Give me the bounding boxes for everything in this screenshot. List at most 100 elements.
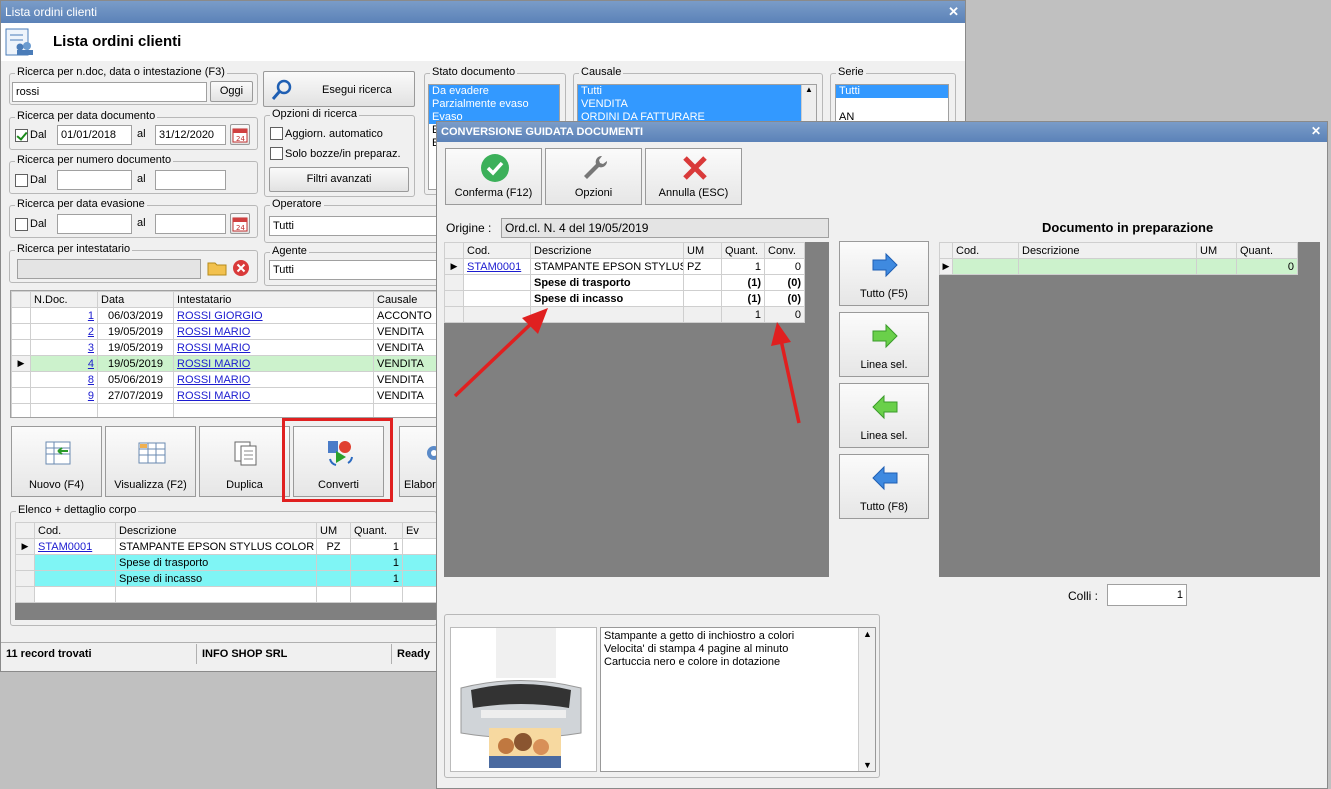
conv-cell[interactable]: (0) [764, 274, 805, 291]
annulla-button[interactable]: Annulla (ESC) [645, 148, 742, 205]
conv-cell[interactable]: 0 [764, 258, 805, 275]
opzioni-button[interactable]: Opzioni [545, 148, 642, 205]
esegui-ricerca-button[interactable]: Esegui ricerca [263, 71, 415, 107]
ndoc-link[interactable]: 4 [30, 355, 98, 372]
cod-link[interactable]: STAM0001 [463, 258, 531, 275]
intestatario-link[interactable]: ROSSI MARIO [173, 339, 374, 356]
table-row[interactable] [15, 586, 437, 603]
list-item[interactable]: Da evadere [429, 85, 559, 98]
table-row-selected[interactable]: ▶ 4 19/05/2019 ROSSI MARIO VENDITA [11, 355, 437, 372]
intestatario-link[interactable]: ROSSI MARIO [173, 371, 374, 388]
ndoc-link[interactable]: 9 [30, 387, 98, 404]
table-row[interactable]: ▶ STAM0001 STAMPANTE EPSON STYLUS COLOR … [15, 538, 437, 555]
table-row[interactable] [11, 403, 437, 417]
num-doc-checkbox[interactable] [15, 174, 28, 187]
table-row[interactable]: 2 19/05/2019 ROSSI MARIO VENDITA [11, 323, 437, 340]
ndoc-link[interactable]: 8 [30, 371, 98, 388]
header-cod[interactable]: Cod. [463, 242, 531, 259]
tutto-f5-button[interactable]: Tutto (F5) [839, 241, 929, 306]
header-intestatario[interactable]: Intestatario [173, 291, 374, 308]
oggi-button[interactable]: Oggi [210, 81, 253, 102]
table-row[interactable]: 9 27/07/2019 ROSSI MARIO VENDITA [11, 387, 437, 404]
operatore-select[interactable]: Tutti [269, 216, 441, 236]
cod-link[interactable]: STAM0001 [34, 538, 116, 555]
solo-bozze-checkbox[interactable] [270, 147, 283, 160]
visualizza-button[interactable]: Visualizza (F2) [105, 426, 196, 497]
num-doc-from-input[interactable] [57, 170, 132, 190]
search-input[interactable]: rossi [12, 82, 207, 102]
header-data[interactable]: Data [97, 291, 174, 308]
intestatario-link[interactable]: ROSSI MARIO [173, 323, 374, 340]
date-ev-checkbox[interactable] [15, 218, 28, 231]
header-descrizione[interactable]: Descrizione [115, 522, 317, 539]
folder-icon[interactable] [207, 259, 227, 279]
date-ev-to-input[interactable] [155, 214, 226, 234]
colli-input[interactable]: 1 [1107, 584, 1187, 606]
header-descrizione[interactable]: Descrizione [530, 242, 684, 259]
date-doc-checkbox[interactable] [15, 129, 28, 142]
list-item[interactable]: VENDITA [578, 98, 816, 111]
header-quant[interactable]: Quant. [350, 522, 403, 539]
table-row[interactable]: 8 05/06/2019 ROSSI MARIO VENDITA [11, 371, 437, 388]
scroll-up-icon[interactable]: ▲ [805, 85, 813, 94]
close-icon[interactable]: ✕ [948, 3, 959, 21]
header-cod[interactable]: Cod. [34, 522, 116, 539]
scroll-down-icon[interactable]: ▼ [863, 760, 872, 770]
intestatario-link[interactable]: ROSSI GIORGIO [173, 307, 374, 324]
list-item[interactable]: Tutti [578, 85, 816, 98]
table-row[interactable]: Spese di incasso 1 [15, 570, 437, 587]
table-row[interactable]: 1 06/03/2019 ROSSI GIORGIO ACCONTO [11, 307, 437, 324]
table-row[interactable]: ▶ STAM0001 STAMPANTE EPSON STYLUS... PZ … [444, 258, 805, 275]
header-um[interactable]: UM [683, 242, 722, 259]
num-doc-to-input[interactable] [155, 170, 226, 190]
header-cod[interactable]: Cod. [952, 242, 1019, 259]
conv-cell[interactable]: (0) [764, 290, 805, 307]
header-um[interactable]: UM [1196, 242, 1237, 259]
description-scrollbar[interactable]: ▲ ▼ [858, 628, 875, 771]
conferma-button[interactable]: Conferma (F12) [445, 148, 542, 205]
ndoc-link[interactable]: 3 [30, 339, 98, 356]
date-doc-from-input[interactable]: 01/01/2018 [57, 125, 132, 145]
close-icon[interactable]: ✕ [1311, 123, 1321, 139]
clear-icon[interactable] [232, 259, 252, 279]
date-ev-from-input[interactable] [57, 214, 132, 234]
ndoc-link[interactable]: 1 [30, 307, 98, 324]
filtri-avanzati-button[interactable]: Filtri avanzati [269, 167, 409, 192]
table-row[interactable]: 3 19/05/2019 ROSSI MARIO VENDITA [11, 339, 437, 356]
tutto-f8-button[interactable]: Tutto (F8) [839, 454, 929, 519]
header-causale[interactable]: Causale [373, 291, 437, 308]
causale-listbox[interactable]: Tutti VENDITA ORDINI DA FATTURARE [577, 84, 817, 124]
header-descrizione[interactable]: Descrizione [1018, 242, 1197, 259]
header-quant[interactable]: Quant. [721, 242, 765, 259]
intestatario-link[interactable]: ROSSI MARIO [173, 387, 374, 404]
table-row[interactable]: Spese di trasporto 1 [15, 554, 437, 571]
date-doc-to-input[interactable]: 31/12/2020 [155, 125, 226, 145]
list-item[interactable] [836, 98, 948, 111]
header-conv[interactable]: Conv. [764, 242, 805, 259]
intest-input[interactable] [17, 259, 201, 279]
causale-scrollbar[interactable]: ▲ [801, 85, 816, 123]
nuovo-button[interactable]: Nuovo (F4) [11, 426, 102, 497]
duplica-button[interactable]: Duplica [199, 426, 290, 497]
descr-cell: STAMPANTE EPSON STYLUS COLOR C... [115, 538, 317, 555]
serie-listbox[interactable]: Tutti AN [835, 84, 949, 124]
linea-sel-remove-button[interactable]: Linea sel. [839, 383, 929, 448]
date-ev-calendar-button[interactable]: 24 [230, 213, 250, 234]
auto-update-checkbox[interactable] [270, 127, 283, 140]
header-ndoc[interactable]: N.Doc. [30, 291, 98, 308]
table-row[interactable]: Spese di trasporto (1) (0) [444, 274, 805, 291]
intestatario-link[interactable]: ROSSI MARIO [173, 355, 374, 372]
header-um[interactable]: UM [316, 522, 351, 539]
linea-sel-add-button[interactable]: Linea sel. [839, 312, 929, 377]
header-quant[interactable]: Quant. [1236, 242, 1298, 259]
table-row[interactable]: Spese di incasso (1) (0) [444, 290, 805, 307]
list-item[interactable]: Parzialmente evaso [429, 98, 559, 111]
ndoc-link[interactable]: 2 [30, 323, 98, 340]
list-item[interactable]: Tutti [836, 85, 948, 98]
date-doc-calendar-button[interactable]: 24 [230, 124, 250, 145]
scroll-up-icon[interactable]: ▲ [863, 629, 872, 639]
agente-select[interactable]: Tutti [269, 260, 441, 280]
header-ev[interactable]: Ev [402, 522, 437, 539]
elabora-button[interactable]: Elabora [399, 426, 439, 497]
table-row[interactable]: ▶ 0 [939, 258, 1298, 275]
